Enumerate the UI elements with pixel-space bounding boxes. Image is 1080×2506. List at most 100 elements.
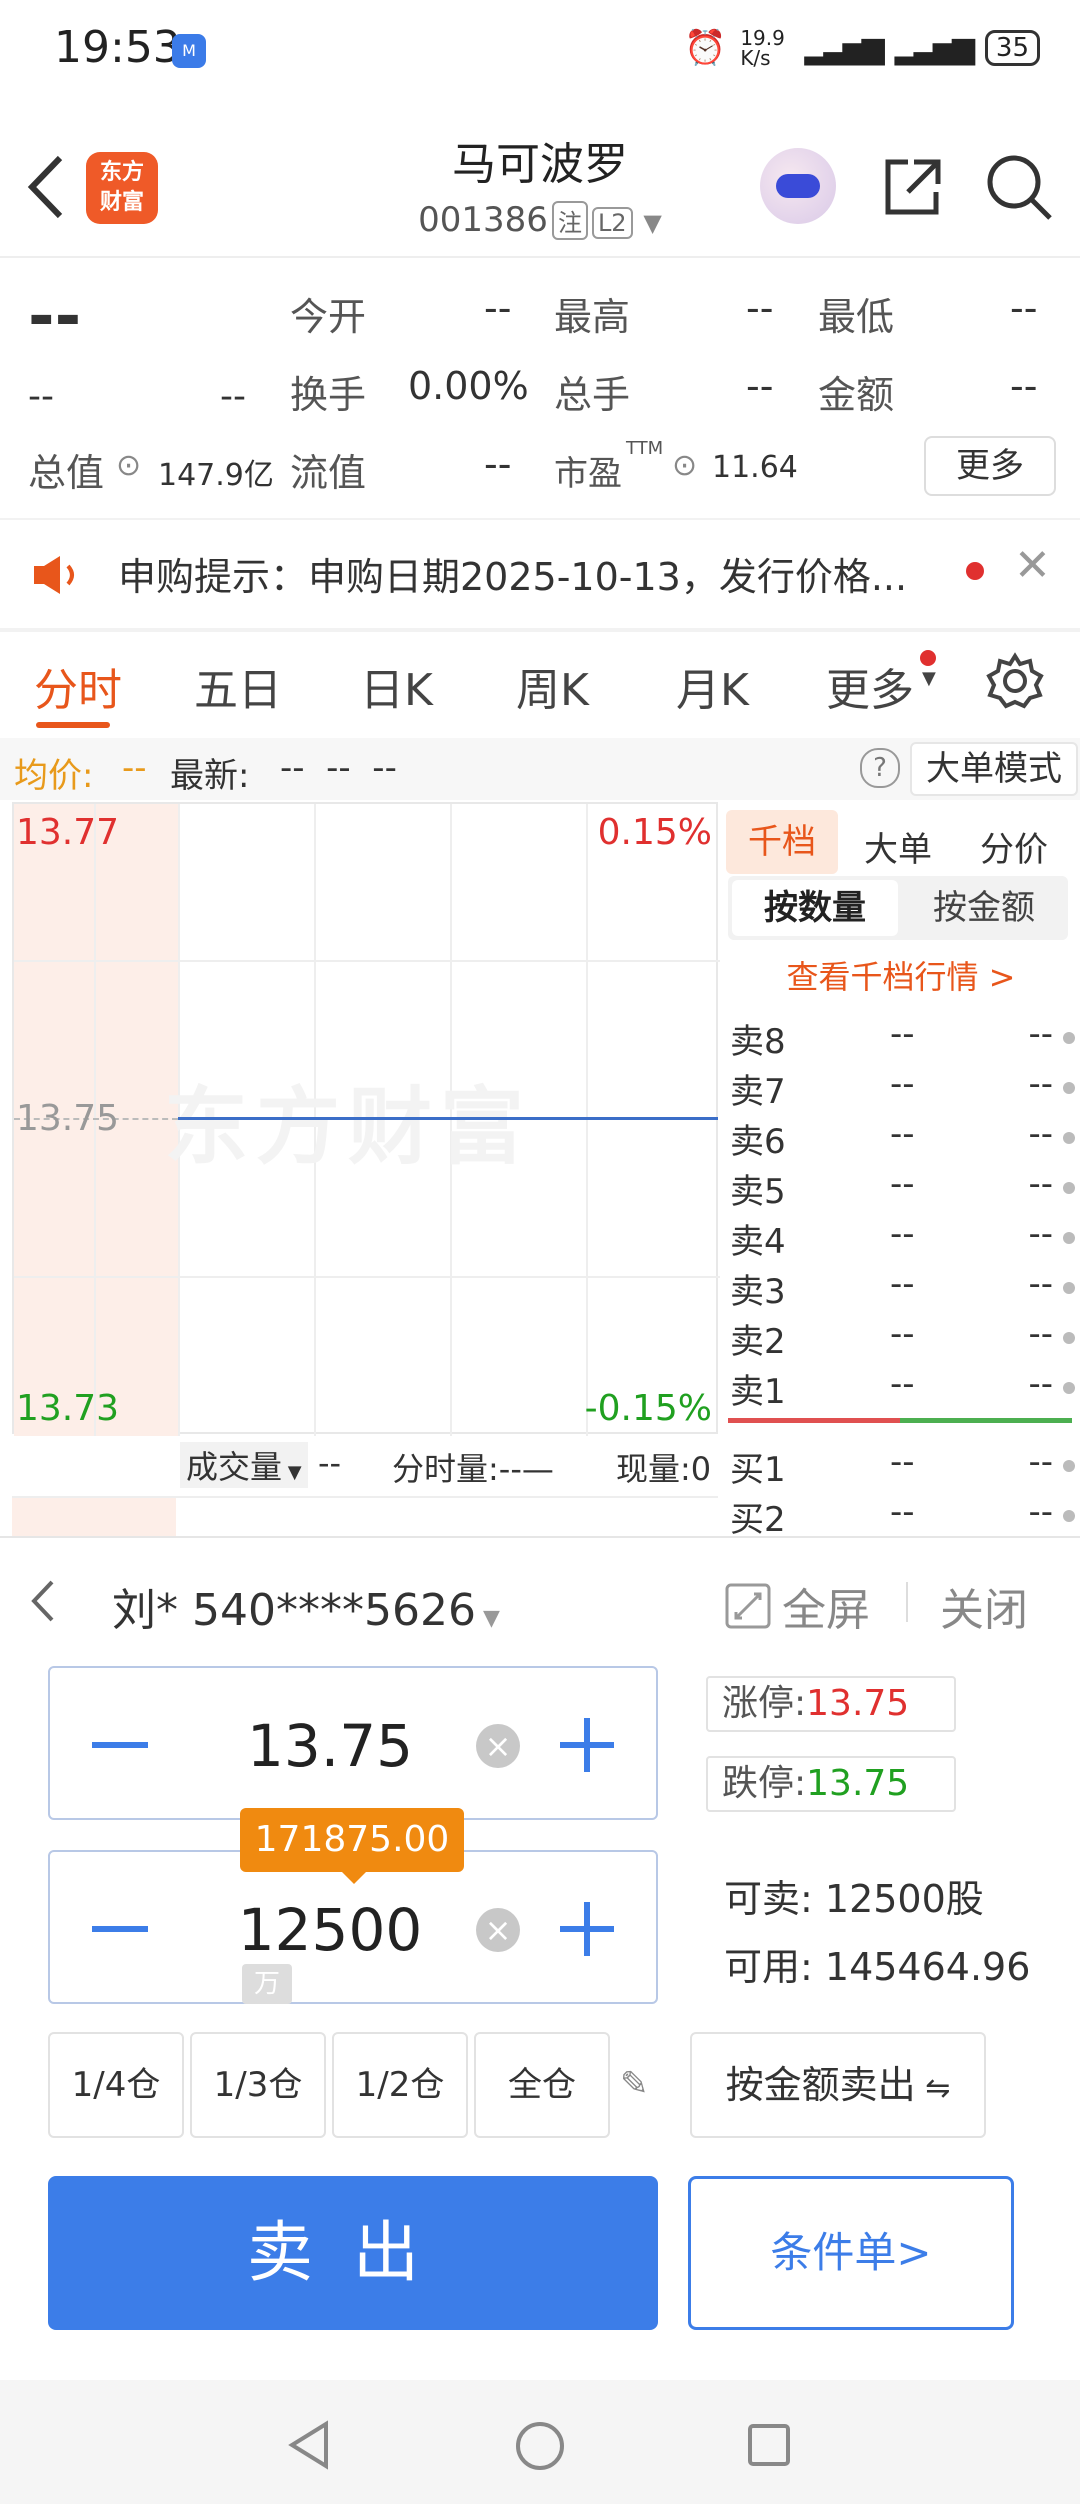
close-panel-button[interactable]: 关闭	[940, 1574, 1028, 1638]
signal-icon-2: ▂▃▅▆	[894, 30, 975, 66]
share-button[interactable]	[880, 156, 942, 218]
nav-recents-icon[interactable]	[746, 2422, 792, 2468]
high-label: 最高	[554, 295, 631, 339]
amount-value: --	[1010, 364, 1038, 408]
header-separator	[906, 1582, 908, 1622]
open-value: --	[484, 286, 512, 330]
sellable-value: 12500股	[824, 1877, 984, 1921]
notice-text: 申购提示：申购日期2025-10-13，发行价格...	[118, 555, 908, 599]
chart-info-row: 均价: -- 最新: -- -- -- ? 大单模式	[0, 738, 1080, 800]
sub-tab-bar: 按数量 按金额	[728, 876, 1068, 940]
help-icon[interactable]: ?	[860, 748, 900, 788]
conditional-order-button[interactable]: 条件单>	[688, 2176, 1014, 2330]
big-order-mode-button[interactable]: 大单模式	[910, 742, 1078, 796]
search-button[interactable]	[984, 152, 1054, 222]
sell-by-amount-button[interactable]: 按金额卖出 ⇋	[690, 2032, 986, 2138]
edit-pencil-icon[interactable]: ✎	[620, 2064, 649, 2104]
high-value: --	[746, 286, 774, 330]
latest-price: --	[28, 280, 82, 354]
sell-row: 卖1 -- --	[730, 1364, 1075, 1414]
pe-ttm-sup: TTM	[626, 438, 664, 459]
tab-more[interactable]: 更多	[826, 654, 914, 718]
intraday-chart[interactable]: 东方财富 13.77 13.75 13.73 0.15% -0.15%	[12, 802, 720, 1436]
ipo-notice-bar[interactable]: 申购提示：申购日期2025-10-13，发行价格... ✕	[0, 520, 1080, 628]
tab-weekly-k[interactable]: 周K	[516, 654, 589, 718]
quantity-input[interactable]: 12500	[50, 1896, 610, 1964]
account-selector[interactable]: 刘* 540****5626 ▼	[112, 1574, 500, 1638]
tab-more-triangle-icon: ▼	[922, 668, 936, 689]
nav-home-icon[interactable]	[514, 2420, 566, 2472]
grid-line	[14, 1276, 720, 1278]
float-cap-value: --	[484, 442, 512, 486]
tab-intraday[interactable]: 分时	[34, 654, 122, 718]
position-quarter-button[interactable]: 1/4仓	[48, 2032, 184, 2138]
grid-line	[14, 960, 720, 962]
panel-back-icon[interactable]	[26, 1576, 60, 1626]
pct-top-label: 0.15%	[597, 812, 712, 853]
robot-face-icon	[776, 174, 820, 198]
tab-monthly-k[interactable]: 月K	[676, 654, 749, 718]
volume-selector[interactable]: 成交量 ▼	[180, 1442, 308, 1488]
fullscreen-icon	[725, 1583, 771, 1629]
fullscreen-button[interactable]: 全屏	[724, 1574, 870, 1638]
tab-price-split[interactable]: 分价	[980, 822, 1048, 871]
settings-gear-icon[interactable]	[986, 652, 1044, 710]
more-quote-button[interactable]: 更多	[924, 436, 1056, 496]
buy-row: 买2 -- --	[730, 1492, 1075, 1542]
header-divider	[0, 256, 1080, 258]
ai-assistant-avatar[interactable]	[760, 148, 836, 224]
volume-value: --	[318, 1444, 342, 1482]
limit-up-label: 涨停:	[722, 1683, 807, 1724]
avg-price-value: --	[122, 748, 147, 788]
float-cap-label: 流值	[290, 451, 367, 495]
low-label: 最低	[818, 295, 895, 339]
tab-thousand-levels[interactable]: 千档	[726, 810, 838, 874]
tab-daily-k[interactable]: 日K	[360, 654, 433, 718]
sell-row: 卖7 -- --	[730, 1064, 1075, 1114]
info-icon[interactable]: ⊙	[116, 448, 141, 483]
app-notification-badge: M	[172, 34, 206, 68]
turnover-value: 0.00%	[408, 364, 529, 408]
view-levels-link[interactable]: 查看千档行情 >	[722, 952, 1080, 998]
sub-tab-by-amount[interactable]: 按金额	[904, 880, 1064, 936]
change-amount: --	[28, 376, 54, 417]
buy-row: 买1 -- --	[730, 1442, 1075, 1492]
volume-label: 总手	[554, 373, 631, 417]
limit-up-value[interactable]: 13.75	[806, 1683, 909, 1724]
sell-row: 卖8 -- --	[730, 1014, 1075, 1064]
price-input[interactable]: 13.75	[50, 1712, 610, 1780]
amount-tooltip: 171875.00	[240, 1808, 464, 1872]
dropdown-icon: ▼	[282, 1462, 302, 1483]
sell-row: 卖5 -- --	[730, 1164, 1075, 1214]
level2-tag: L2	[591, 207, 633, 239]
pe-info-icon[interactable]: ⊙	[672, 448, 697, 483]
limit-down-value[interactable]: 13.75	[806, 1763, 909, 1804]
position-third-button[interactable]: 1/3仓	[190, 2032, 326, 2138]
qty-clear-icon[interactable]: ×	[476, 1908, 520, 1952]
minute-volume: 分时量:--—	[392, 1450, 554, 1488]
low-value: --	[1010, 286, 1038, 330]
tab-five-day[interactable]: 五日	[194, 654, 282, 718]
y-axis-top-label: 13.77	[16, 812, 120, 853]
chart-tabs: 分时 五日 日K 周K 月K 更多 ▼	[0, 630, 1080, 730]
position-full-button[interactable]: 全仓	[474, 2032, 610, 2138]
unit-tip: 万	[242, 1964, 292, 2004]
y-axis-bottom-label: 13.73	[16, 1388, 120, 1429]
sell-row: 卖4 -- --	[730, 1214, 1075, 1264]
sellable-row: 可卖: 12500股	[724, 1868, 984, 1923]
stock-code: 001386	[418, 200, 548, 240]
nav-back-icon[interactable]	[286, 2420, 332, 2470]
market-cap-label: 总值	[28, 451, 105, 495]
sub-tab-by-quantity[interactable]: 按数量	[732, 880, 898, 936]
price-clear-icon[interactable]: ×	[476, 1724, 520, 1768]
volume-value: --	[746, 364, 774, 408]
tab-big-orders[interactable]: 大单	[864, 822, 932, 871]
available-label: 可用:	[724, 1945, 813, 1989]
watermark: 东方财富	[164, 1078, 533, 1176]
turnover-label: 换手	[290, 373, 367, 417]
speaker-icon	[34, 556, 74, 594]
position-half-button[interactable]: 1/2仓	[332, 2032, 468, 2138]
close-notice-icon[interactable]: ✕	[1014, 540, 1051, 591]
pe-label: 市盈	[554, 454, 622, 494]
sell-button[interactable]: 卖出	[48, 2176, 658, 2330]
